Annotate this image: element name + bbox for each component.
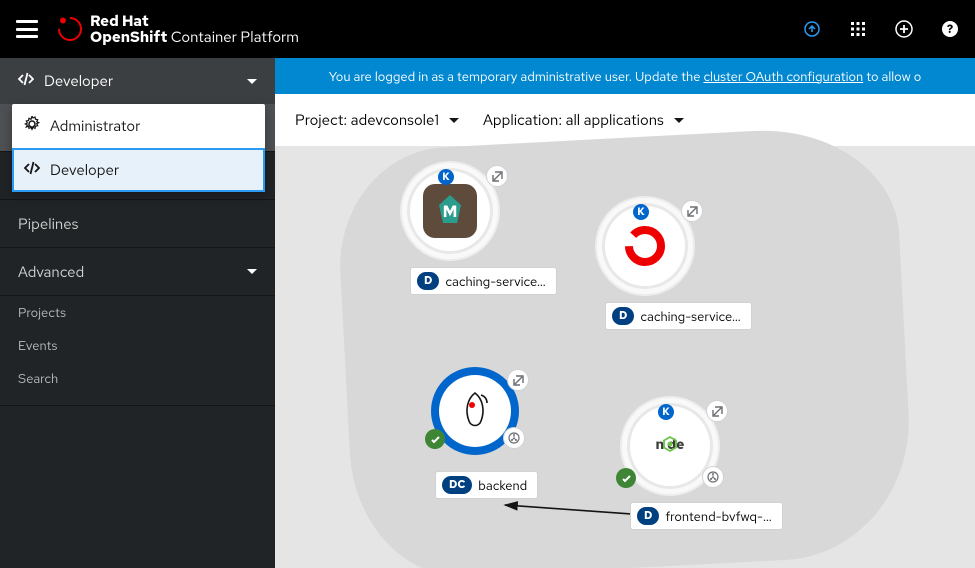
chevron-down-icon <box>674 118 684 123</box>
node-label: D caching-service… <box>605 302 752 330</box>
application-selector[interactable]: Application: all applications <box>483 110 684 130</box>
knative-badge: K <box>658 404 674 420</box>
deployment-badge: D <box>637 507 659 525</box>
build-success-icon <box>425 429 445 449</box>
deployment-badge: D <box>612 307 634 325</box>
redhat-icon <box>53 12 87 46</box>
cluster-oauth-link[interactable]: cluster OAuth configuration <box>703 68 863 85</box>
git-icon[interactable] <box>503 427 525 449</box>
chevron-down-icon <box>449 118 459 123</box>
sidebar: Developer Administrator Developer Topolo… <box>0 58 275 568</box>
topology-node[interactable]: DC backend <box>435 371 538 499</box>
brand-platform: Container Platform <box>167 27 299 47</box>
node-label: D frontend-bvfwq-… <box>630 502 783 530</box>
global-header: Red Hat OpenShift Container Platform ? <box>0 0 975 58</box>
perspective-dev-label: Developer <box>50 160 119 180</box>
openshift-icon <box>618 219 672 273</box>
mongodb-icon: M <box>423 184 477 238</box>
deployment-badge: D <box>417 272 439 290</box>
nav-search[interactable]: Search <box>0 362 275 395</box>
knative-badge: K <box>438 169 454 185</box>
node-label: DC backend <box>435 471 538 499</box>
java-icon <box>448 384 502 438</box>
nav-pipelines[interactable]: Pipelines <box>0 200 275 248</box>
perspective-switcher[interactable]: Developer <box>0 58 275 104</box>
cloud-upload-icon[interactable] <box>803 20 821 38</box>
code-icon <box>24 160 40 181</box>
topology-node[interactable]: K D caching-service… <box>605 206 752 330</box>
apps-grid-icon[interactable] <box>849 20 867 38</box>
build-success-icon <box>616 468 636 488</box>
add-icon[interactable] <box>895 20 913 38</box>
nodejs-icon: n de <box>643 419 697 473</box>
info-banner: You are logged in as a temporary adminis… <box>275 58 975 94</box>
open-url-icon[interactable] <box>486 165 508 187</box>
brand-logo[interactable]: Red Hat OpenShift Container Platform <box>58 13 299 46</box>
topology-node[interactable]: K M D caching-service… <box>410 171 557 295</box>
perspective-dropdown: Administrator Developer <box>12 104 265 192</box>
chevron-down-icon <box>247 79 257 84</box>
hamburger-menu[interactable] <box>16 20 38 38</box>
code-icon <box>18 71 34 92</box>
topology-node[interactable]: K n de D frontend-bvfwq-… <box>630 406 783 530</box>
gear-icon <box>24 116 40 137</box>
project-selector[interactable]: Project: adevconsole1 <box>295 110 459 130</box>
topology-canvas[interactable]: K M D caching-service… K <box>275 146 975 568</box>
perspective-option-admin[interactable]: Administrator <box>12 104 265 148</box>
svg-text:?: ? <box>947 21 954 37</box>
brand-openshift: OpenShift <box>90 27 167 47</box>
open-url-icon[interactable] <box>706 400 728 422</box>
main-content: You are logged in as a temporary adminis… <box>275 58 975 568</box>
deploymentconfig-badge: DC <box>442 476 472 494</box>
perspective-admin-label: Administrator <box>50 116 140 136</box>
chevron-down-icon <box>247 269 257 274</box>
nav-projects[interactable]: Projects <box>0 296 275 329</box>
nav-events[interactable]: Events <box>0 329 275 362</box>
help-icon[interactable]: ? <box>941 20 959 38</box>
perspective-option-dev[interactable]: Developer <box>12 148 265 192</box>
open-url-icon[interactable] <box>681 200 703 222</box>
perspective-current: Developer <box>44 71 113 91</box>
open-url-icon[interactable] <box>507 369 529 391</box>
node-label: D caching-service… <box>410 267 557 295</box>
svg-text:M: M <box>443 201 458 222</box>
knative-badge: K <box>633 204 649 220</box>
nav-advanced[interactable]: Advanced <box>0 248 275 296</box>
git-icon[interactable] <box>702 466 724 488</box>
